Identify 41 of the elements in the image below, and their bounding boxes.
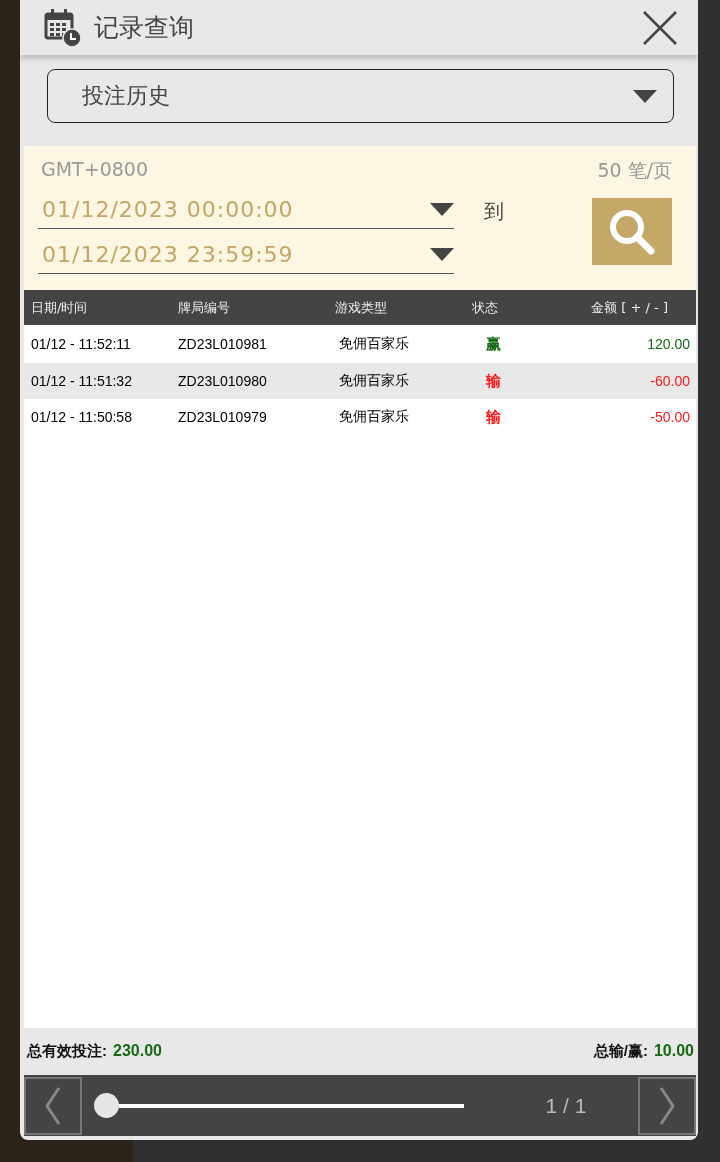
next-page-button[interactable]: [638, 1076, 696, 1135]
to-label: 到: [483, 198, 505, 225]
time-cell-text: 01/12 - 11:51:32: [30, 373, 133, 389]
chevron-right-icon: [657, 1085, 677, 1126]
record-type-dropdown[interactable]: 投注历史: [47, 69, 674, 123]
net-result-value: 10.00: [653, 1042, 694, 1059]
status-label: 输: [486, 373, 501, 388]
column-header: 日期/时间: [30, 298, 89, 317]
calendar-clock-icon: [44, 7, 82, 48]
time-cell-text: 01/12 - 11:52:11: [30, 336, 132, 352]
round-cell-text: ZD23L010980: [177, 373, 268, 389]
caret-icon: [633, 89, 657, 103]
caret-icon: [430, 247, 454, 261]
total-bet-label: 总有效投注:: [27, 1042, 107, 1059]
chevron-left-icon: [43, 1085, 63, 1126]
amount-cell-text: -50.00: [649, 409, 691, 425]
column-header: 游戏类型: [334, 298, 388, 317]
net-result-label: 总输/赢:: [593, 1042, 648, 1059]
column-header: 牌局编号: [177, 298, 231, 317]
time-cell-text: 01/12 - 11:50:58: [30, 409, 133, 425]
game-cell-text: 免佣百家乐: [338, 335, 410, 353]
page-indicator: 1 / 1: [544, 1093, 588, 1118]
timezone-label: GMT+0800: [40, 157, 149, 182]
previous-page-button[interactable]: [24, 1076, 82, 1135]
dialog-title: 记录查询: [94, 12, 195, 44]
slider-thumb[interactable]: [94, 1093, 119, 1118]
page-size-label: 50 笔/页: [596, 158, 672, 183]
status-label: 输: [486, 409, 501, 424]
column-header: 状态: [472, 298, 499, 317]
end-date-field[interactable]: 01/12/2023 23:59:59: [38, 229, 454, 274]
amount-cell-text: 120.00: [646, 336, 691, 352]
total-bet-value: 230.00: [113, 1042, 162, 1059]
game-cell-text: 免佣百家乐: [338, 372, 410, 390]
status-label: 赢: [486, 336, 501, 351]
round-cell-text: ZD23L010981: [177, 336, 268, 352]
start-date-field[interactable]: 01/12/2023 00:00:00: [38, 184, 454, 229]
round-cell-text: ZD23L010979: [177, 409, 268, 425]
amount-cell-text: -60.00: [649, 373, 691, 389]
caret-icon: [430, 202, 454, 216]
column-header: 金额 [ + / - ]: [590, 298, 669, 317]
game-cell-text: 免佣百家乐: [338, 408, 410, 426]
